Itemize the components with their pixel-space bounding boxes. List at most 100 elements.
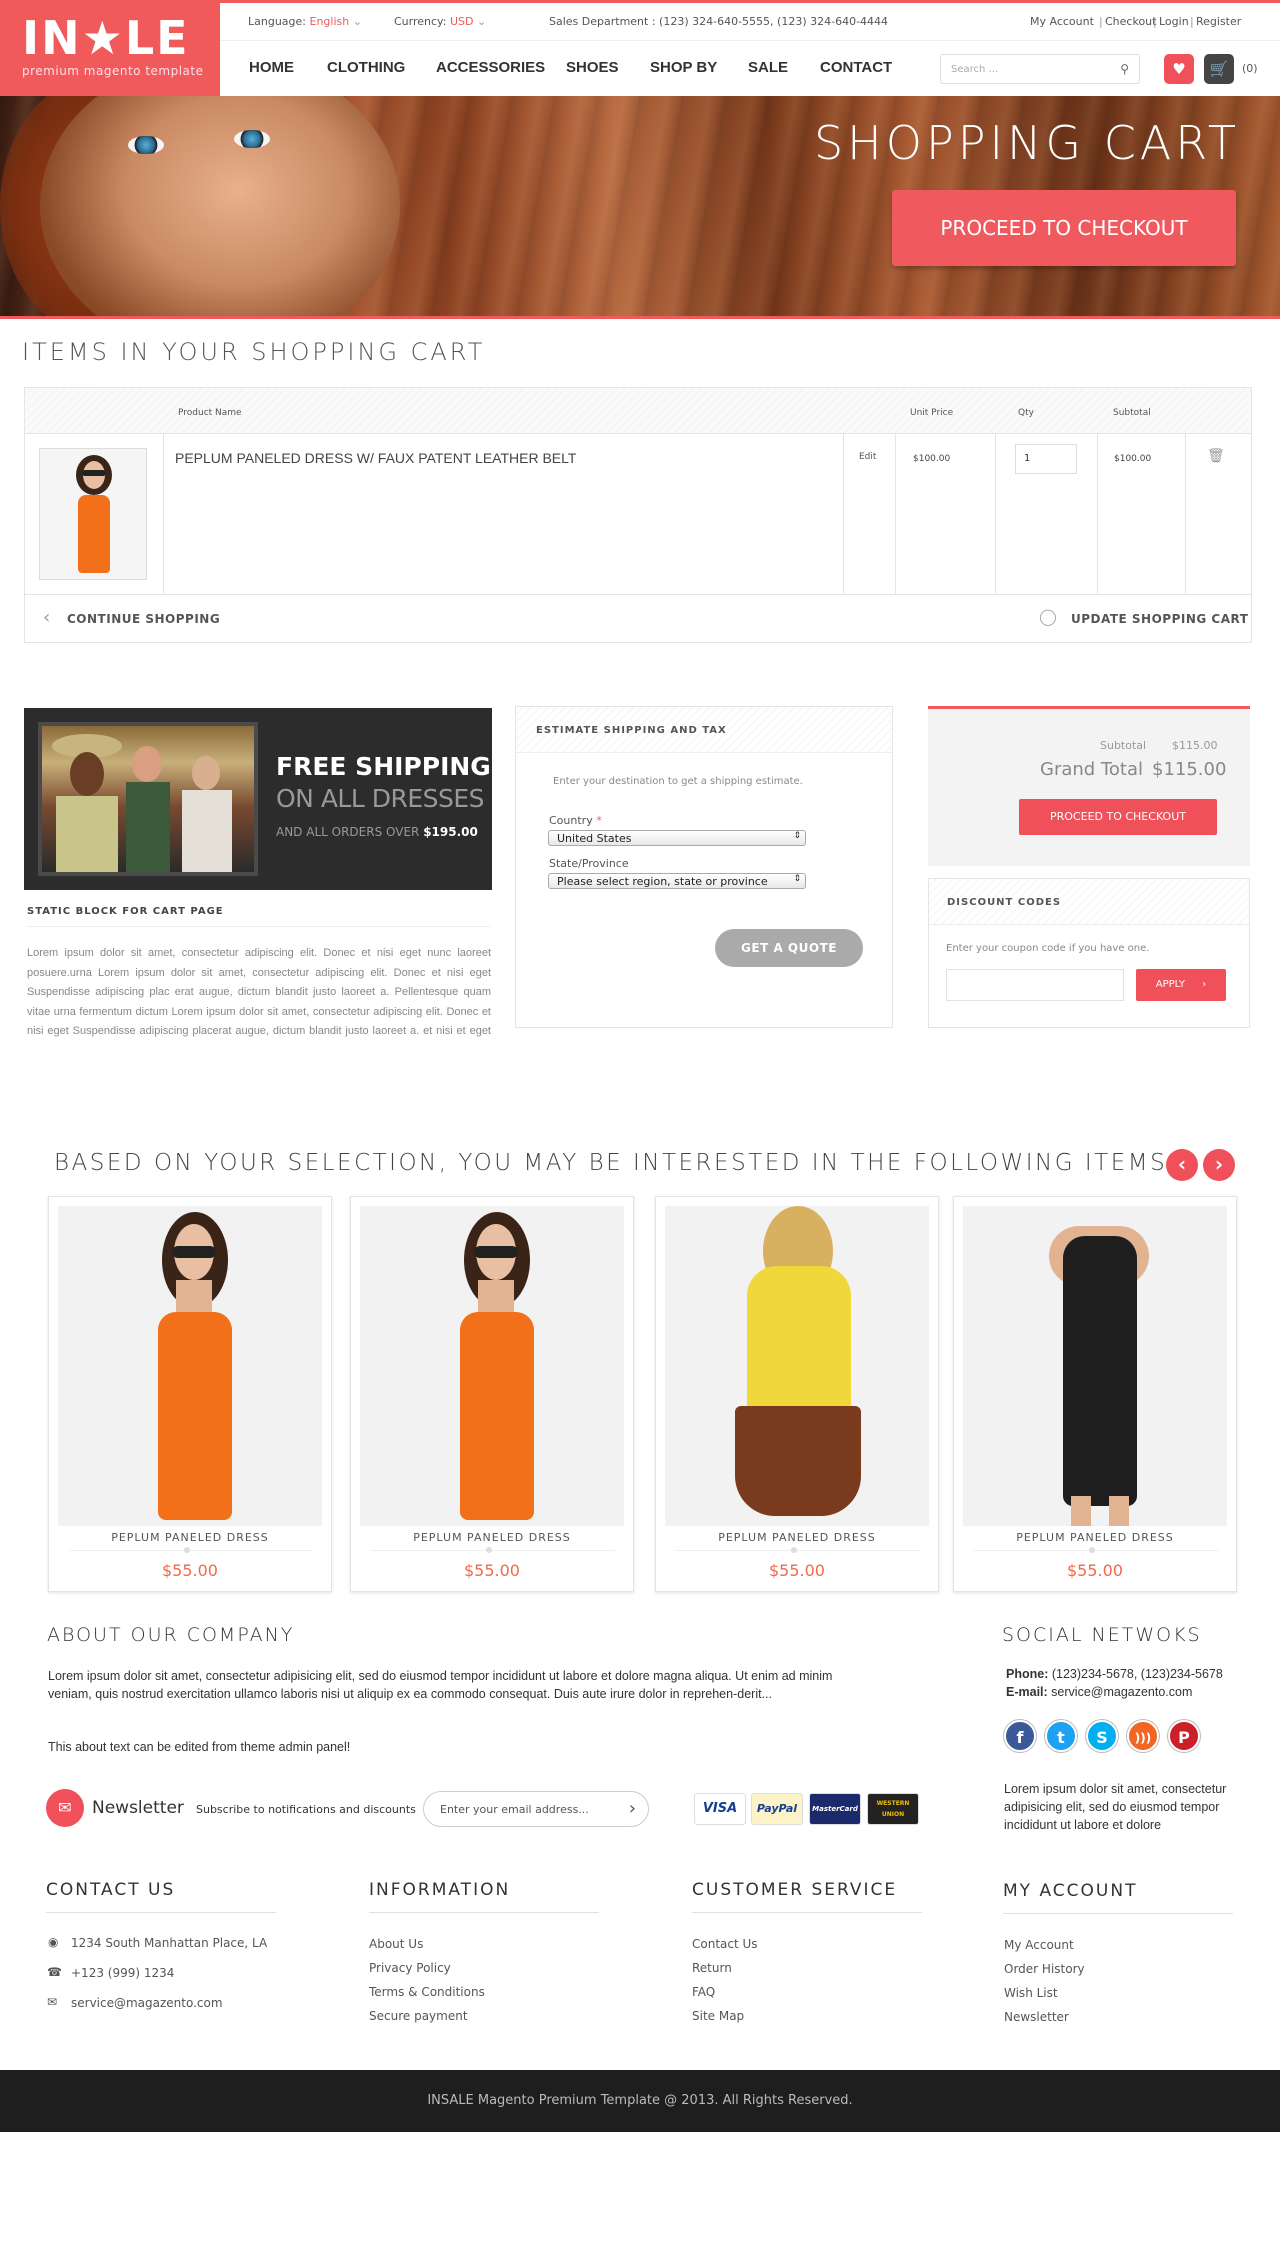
about-text: Lorem ipsum dolor sit amet, consectetur … [48, 1669, 833, 1701]
link-order-history[interactable]: Order History [1004, 1962, 1085, 1976]
product-name[interactable]: PEPLUM PANELED DRESS [49, 1531, 331, 1544]
cart-item-image[interactable] [39, 448, 147, 580]
country-select[interactable]: United States ⇕ [548, 830, 806, 846]
page-banner: SHOPPING CART PROCEED TO CHECKOUT [0, 96, 1280, 316]
product-image[interactable] [665, 1206, 929, 1526]
cart-item-name[interactable]: PEPLUM PANELED DRESS W/ FAUX PATENT LEAT… [175, 450, 576, 466]
product-card[interactable]: PEPLUM PANELED DRESS $55.00 [953, 1196, 1237, 1592]
nav-home[interactable]: HOME [249, 59, 294, 76]
newsletter-title: Newsletter [92, 1798, 184, 1818]
link-return[interactable]: Return [692, 1961, 732, 1975]
estimate-title: ESTIMATE SHIPPING AND TAX [536, 725, 727, 736]
mastercard-icon: MasterCard [809, 1793, 861, 1825]
link-register[interactable]: Register [1196, 15, 1241, 28]
search-input[interactable]: Search ... ⚲ [940, 54, 1140, 84]
product-name[interactable]: PEPLUM PANELED DRESS [351, 1531, 633, 1544]
wishlist-heart-icon[interactable]: ♥ [1164, 54, 1194, 84]
product-image[interactable] [58, 1206, 322, 1526]
link-login[interactable]: Login [1159, 15, 1189, 28]
banner-model-image [40, 96, 400, 316]
free-shipping-banner[interactable]: FREE SHIPPING ON ALL DRESSES AND ALL ORD… [24, 708, 492, 890]
cart-item-subtotal: $100.00 [1114, 454, 1152, 464]
cart-actions: ‹ CONTINUE SHOPPING ◯ UPDATE SHOPPING CA… [25, 594, 1251, 642]
promo-line1: FREE SHIPPING [276, 752, 491, 781]
product-name[interactable]: PEPLUM PANELED DRESS [656, 1531, 938, 1544]
envelope-icon: ✉ [46, 1789, 84, 1827]
link-contact-us[interactable]: Contact Us [692, 1937, 758, 1951]
coupon-input[interactable] [946, 969, 1124, 1001]
logo-tagline: premium magento template [22, 64, 204, 78]
prev-arrow-button[interactable]: ‹ [1166, 1149, 1198, 1181]
rss-icon[interactable]: ))) [1127, 1720, 1159, 1752]
cart-item-price: $100.00 [913, 454, 951, 464]
link-wish-list[interactable]: Wish List [1004, 1986, 1058, 2000]
cart-table-header: Product Name Unit Price Qty Subtotal [25, 388, 1251, 434]
subtotal-value: $115.00 [1172, 739, 1218, 752]
newsletter-email-input[interactable]: Enter your email address... › [423, 1791, 649, 1827]
pinterest-icon[interactable]: P [1168, 1720, 1200, 1752]
my-account-heading: MY ACCOUNT [1003, 1881, 1138, 1901]
nav-shop-by[interactable]: SHOP BY [650, 59, 717, 76]
link-about-us[interactable]: About Us [369, 1937, 423, 1951]
checkout-button[interactable]: PROCEED TO CHECKOUT [1019, 799, 1217, 835]
visa-icon: VISA [694, 1793, 746, 1825]
chevron-right-icon[interactable]: › [629, 1798, 636, 1819]
cart-icon[interactable]: 🛒 [1204, 54, 1234, 84]
product-card[interactable]: PEPLUM PANELED DRESS $55.00 [48, 1196, 332, 1592]
twitter-icon[interactable]: t [1045, 1720, 1077, 1752]
update-cart-button[interactable]: UPDATE SHOPPING CART [1071, 612, 1248, 626]
cart-count: (0) [1242, 62, 1258, 75]
remove-item-icon[interactable]: 🗑 [1207, 448, 1225, 464]
nav-clothing[interactable]: CLOTHING [327, 59, 405, 76]
social-heading: SOCIAL NETWOKS [1002, 1624, 1202, 1646]
nav-accessories[interactable]: ACCESSORIES [436, 59, 545, 76]
link-faq[interactable]: FAQ [692, 1985, 715, 1999]
product-image[interactable] [360, 1206, 624, 1526]
nav-shoes[interactable]: SHOES [566, 59, 619, 76]
about-note: This about text can be edited from theme… [48, 1740, 351, 1754]
copyright-text: INSALE Magento Premium Template @ 2013. … [427, 2093, 853, 2108]
link-my-account[interactable]: My Account [1030, 15, 1094, 28]
promo-line3: AND ALL ORDERS OVER $195.00 [276, 825, 478, 839]
link-privacy-policy[interactable]: Privacy Policy [369, 1961, 451, 1975]
next-arrow-button[interactable]: › [1203, 1149, 1235, 1181]
top-bar: Language: English ⌄ Currency: USD ⌄ Sale… [220, 3, 1280, 41]
contact-email[interactable]: service@magazento.com [71, 1996, 223, 2010]
nav-sale[interactable]: SALE [748, 59, 788, 76]
cart-item-edit-link[interactable]: Edit [859, 452, 876, 462]
skype-icon[interactable]: S [1086, 1720, 1118, 1752]
continue-shopping-button[interactable]: CONTINUE SHOPPING [67, 612, 220, 626]
link-secure-payment[interactable]: Secure payment [369, 2009, 468, 2023]
link-site-map[interactable]: Site Map [692, 2009, 744, 2023]
proceed-to-checkout-button[interactable]: PROCEED TO CHECKOUT [892, 190, 1236, 266]
contact-heading: CONTACT US [46, 1880, 176, 1900]
product-card[interactable]: PEPLUM PANELED DRESS $55.00 [655, 1196, 939, 1592]
social-email: E-mail: service@magazento.com [1006, 1685, 1193, 1699]
contact-phone: +123 (999) 1234 [71, 1966, 175, 1980]
link-newsletter[interactable]: Newsletter [1004, 2010, 1069, 2024]
link-checkout[interactable]: Checkout [1105, 15, 1156, 28]
search-icon[interactable]: ⚲ [1120, 62, 1129, 76]
get-quote-button[interactable]: GET A QUOTE [715, 929, 863, 967]
nav-contact[interactable]: CONTACT [820, 59, 892, 76]
logo[interactable]: IN★LE premium magento template [0, 0, 220, 96]
qty-input[interactable]: 1 [1015, 444, 1077, 474]
newsletter-subtitle: Subscribe to notifications and discounts [196, 1803, 416, 1816]
link-my-account-footer[interactable]: My Account [1004, 1938, 1074, 1952]
facebook-icon[interactable]: f [1004, 1720, 1036, 1752]
currency-switcher[interactable]: Currency: USD ⌄ [394, 15, 486, 28]
estimate-shipping-panel: ESTIMATE SHIPPING AND TAX Enter your des… [515, 706, 893, 1028]
phone-icon: ☎ [47, 1965, 62, 1979]
product-name[interactable]: PEPLUM PANELED DRESS [954, 1531, 1236, 1544]
apply-coupon-button[interactable]: APPLY › [1136, 969, 1226, 1001]
product-image[interactable] [963, 1206, 1227, 1526]
chevron-down-icon: ⌄ [352, 15, 362, 28]
link-terms[interactable]: Terms & Conditions [369, 1985, 485, 1999]
language-switcher[interactable]: Language: English ⌄ [248, 15, 362, 28]
product-card[interactable]: PEPLUM PANELED DRESS $55.00 [350, 1196, 634, 1592]
paypal-icon: PayPal [751, 1793, 803, 1825]
discount-codes-panel: DISCOUNT CODES Enter your coupon code if… [928, 878, 1250, 1028]
state-select[interactable]: Please select region, state or province ⇕ [548, 873, 806, 889]
product-price: $55.00 [1067, 1561, 1123, 1580]
western-union-icon: WESTERN UNION [867, 1793, 919, 1825]
